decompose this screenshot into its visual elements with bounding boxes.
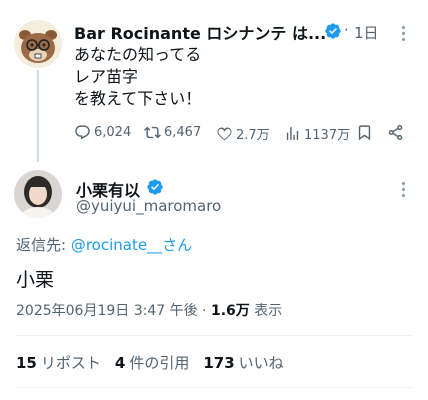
like-stat-count: 173 bbox=[203, 354, 235, 372]
retweet-count: 6,467 bbox=[164, 125, 202, 140]
like-icon bbox=[217, 127, 232, 141]
tweet-text-line: レア苗字 bbox=[74, 67, 139, 86]
reply-button[interactable]: 6,024 bbox=[74, 124, 131, 141]
retweet-stat-label: リポスト bbox=[40, 354, 101, 372]
reply-tweet-text: 小栗 bbox=[16, 269, 55, 291]
retweet-icon bbox=[144, 126, 161, 139]
divider bbox=[16, 335, 412, 336]
quote-stat-count: 4 bbox=[114, 354, 126, 372]
divider bbox=[16, 387, 412, 388]
share-button[interactable] bbox=[387, 124, 404, 141]
parent-display-name[interactable]: Bar Rocinante ロシナンテ は... bbox=[74, 20, 326, 44]
replying-to: 返信先: @rocinate__さん bbox=[16, 234, 192, 255]
retweet-button[interactable]: 6,467 bbox=[144, 124, 201, 141]
like-count: 2.7万 bbox=[236, 128, 270, 143]
like-stat[interactable]: 173 いいね bbox=[203, 354, 283, 372]
reply-meta: 2025年06月19日 3:47 午後 · 1.6万 表示 bbox=[16, 300, 282, 320]
retweet-stat[interactable]: 15 リポスト bbox=[16, 354, 101, 372]
verified-badge-icon bbox=[324, 22, 342, 44]
quote-stat-label: 件の引用 bbox=[129, 354, 190, 372]
reply-view-label: 表示 bbox=[249, 303, 283, 319]
meta-separator: · bbox=[197, 303, 211, 319]
views-icon bbox=[286, 127, 299, 140]
parent-timestamp[interactable]: 1日 bbox=[354, 22, 379, 43]
reply-icon bbox=[75, 125, 90, 140]
views-button[interactable]: 1137万 bbox=[284, 124, 350, 143]
reply-timestamp[interactable]: 2025年06月19日 3:47 午後 bbox=[16, 303, 198, 319]
parent-avatar[interactable] bbox=[14, 20, 62, 68]
bookmark-button[interactable] bbox=[356, 124, 373, 141]
more-icon[interactable] bbox=[394, 24, 414, 44]
like-button[interactable]: 2.7万 bbox=[216, 124, 270, 143]
tweet-text-line: あなたの知ってる bbox=[74, 45, 202, 64]
like-stat-label: いいね bbox=[238, 354, 284, 372]
quote-stat[interactable]: 4 件の引用 bbox=[115, 354, 189, 372]
replying-to-label: 返信先: bbox=[16, 236, 71, 254]
retweet-stat-count: 15 bbox=[16, 354, 37, 372]
reply-stats: 15 リポスト 4 件の引用 173 いいね bbox=[16, 352, 298, 373]
reply-view-count: 1.6万 bbox=[210, 303, 250, 319]
tweet-text-line: を教えて下さい！ bbox=[74, 89, 202, 108]
reply-avatar[interactable] bbox=[14, 170, 62, 218]
time-separator: · bbox=[344, 21, 349, 39]
thread-connector-line bbox=[37, 70, 39, 162]
bookmark-icon bbox=[358, 125, 371, 141]
more-icon[interactable] bbox=[394, 180, 414, 200]
share-icon bbox=[388, 124, 403, 141]
views-count: 1137万 bbox=[304, 128, 351, 143]
reply-handle[interactable]: @yuiyui_maromaro bbox=[76, 197, 221, 215]
parent-tweet-text: あなたの知ってる レア苗字 を教えて下さい！ bbox=[74, 44, 201, 110]
replying-to-handle-link[interactable]: @rocinate__さん bbox=[71, 236, 192, 254]
reply-count: 6,024 bbox=[94, 125, 132, 140]
